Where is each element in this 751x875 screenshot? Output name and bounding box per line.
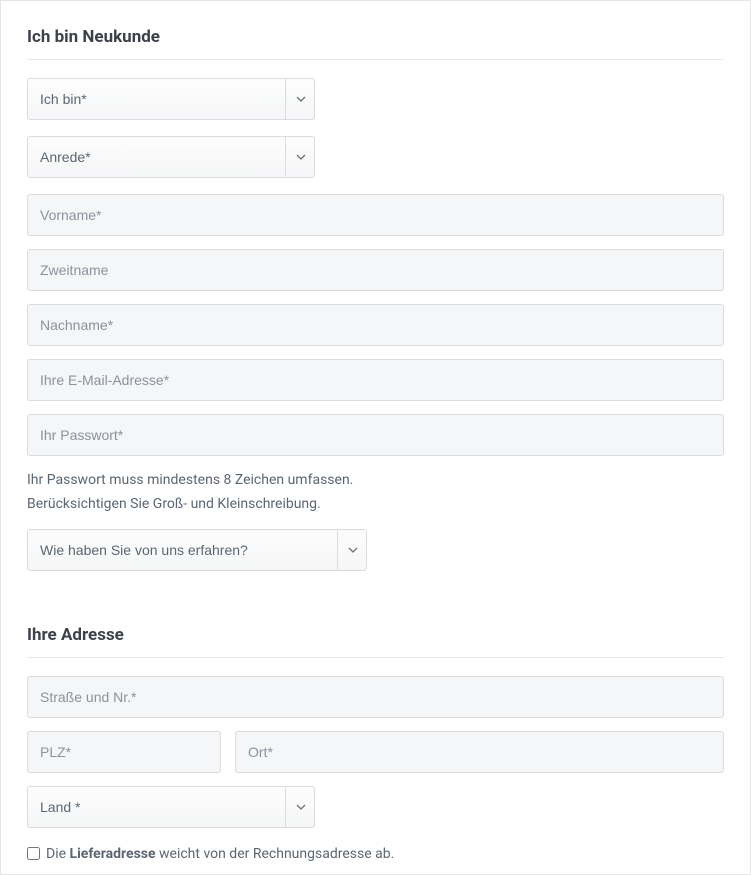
street-input[interactable] xyxy=(27,676,724,718)
password-input[interactable] xyxy=(27,414,724,456)
city-input[interactable] xyxy=(235,731,724,773)
shipping-differs-checkbox[interactable] xyxy=(27,847,40,860)
customer-type-select-wrapper: Ich bin* xyxy=(27,78,315,120)
section-title-new-customer: Ich bin Neukunde xyxy=(27,27,724,47)
divider xyxy=(27,59,724,60)
email-input[interactable] xyxy=(27,359,724,401)
referral-select-wrapper: Wie haben Sie von uns erfahren? xyxy=(27,529,367,571)
lastname-input[interactable] xyxy=(27,304,724,346)
referral-select[interactable]: Wie haben Sie von uns erfahren? xyxy=(27,529,367,571)
password-hint-line2: Berücksichtigen Sie Groß- und Kleinschre… xyxy=(27,493,724,517)
divider xyxy=(27,657,724,658)
salutation-select[interactable]: Anrede* xyxy=(27,136,315,178)
shipping-differs-row: Die Lieferadresse weicht von der Rechnun… xyxy=(27,846,724,862)
password-hint: Ihr Passwort muss mindestens 8 Zeichen u… xyxy=(27,469,724,517)
country-select[interactable]: Land * xyxy=(27,786,315,828)
section-title-address: Ihre Adresse xyxy=(27,625,724,645)
customer-type-select[interactable]: Ich bin* xyxy=(27,78,315,120)
registration-form: Ich bin Neukunde Ich bin* Anrede* Ihr Pa… xyxy=(0,0,751,875)
middlename-input[interactable] xyxy=(27,249,724,291)
salutation-select-wrapper: Anrede* xyxy=(27,136,315,178)
zip-city-row xyxy=(27,731,724,786)
password-hint-line1: Ihr Passwort muss mindestens 8 Zeichen u… xyxy=(27,469,724,493)
firstname-input[interactable] xyxy=(27,194,724,236)
zip-input[interactable] xyxy=(27,731,221,773)
country-select-wrapper: Land * xyxy=(27,786,315,828)
shipping-differs-label: Die Lieferadresse weicht von der Rechnun… xyxy=(46,846,394,862)
